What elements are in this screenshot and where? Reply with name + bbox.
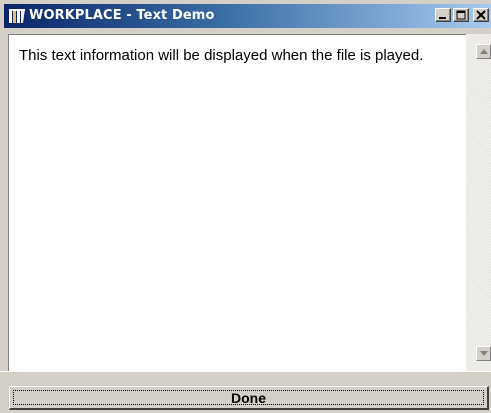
done-button[interactable]: Done (9, 386, 489, 410)
scroll-down-arrow-icon (480, 351, 488, 356)
minimize-button[interactable] (435, 8, 451, 22)
button-bar: Done (0, 371, 491, 413)
workplace-app-icon[interactable] (8, 8, 26, 24)
scroll-up-arrow-icon (480, 49, 488, 54)
maximize-button[interactable] (453, 8, 469, 22)
scroll-up-button[interactable] (476, 44, 491, 59)
window-title: WORKPLACE - Text Demo (29, 8, 215, 23)
scroll-down-button[interactable] (476, 346, 491, 361)
close-button[interactable] (473, 8, 489, 22)
minimize-icon (439, 17, 446, 19)
title-bar[interactable]: WORKPLACE - Text Demo (4, 4, 491, 28)
text-information: This text information will be displayed … (19, 47, 424, 64)
text-display-area[interactable]: This text information will be displayed … (8, 34, 466, 371)
dialog-window: WORKPLACE - Text Demo This text informat… (0, 0, 491, 413)
close-icon (476, 10, 486, 20)
done-button-label: Done (231, 390, 266, 406)
maximize-icon (456, 10, 466, 20)
vertical-scrollbar[interactable] (466, 34, 491, 371)
